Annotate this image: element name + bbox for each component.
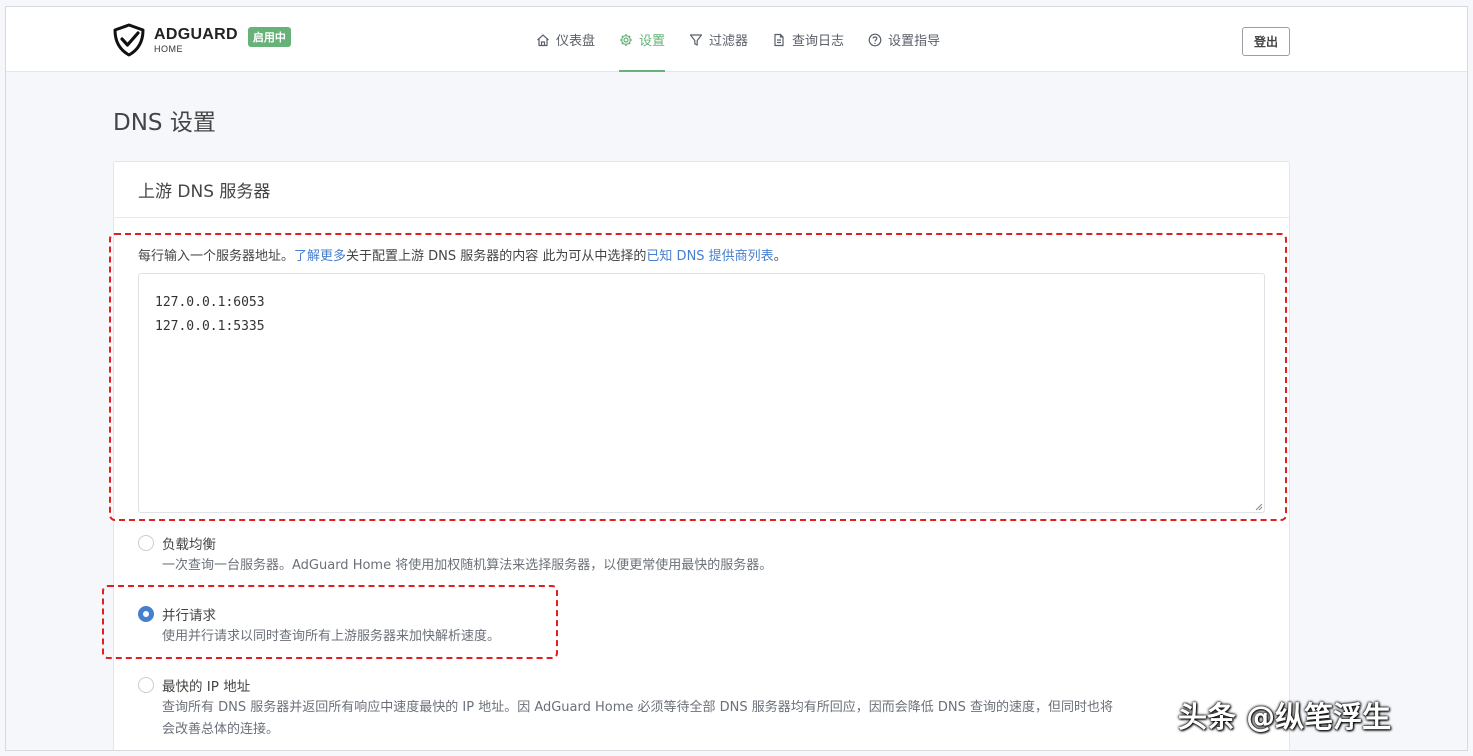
nav-query-log[interactable]: 查询日志 (772, 7, 844, 72)
card-title: 上游 DNS 服务器 (114, 162, 1289, 218)
top-header: ADGUARD HOME 启用中 仪表盘 设置 过滤器 查询日志 设置指导 登出 (6, 7, 1467, 72)
load-balance-label: 负载均衡 (162, 537, 216, 553)
nav-filters[interactable]: 过滤器 (689, 7, 748, 72)
dns-providers-link[interactable]: 已知 DNS 提供商列表 (646, 249, 773, 264)
fastest-ip-desc-line2: 会改善总体的连接。 (162, 722, 280, 737)
brand-name: ADGUARD (154, 25, 238, 43)
parallel-requests-desc: 使用并行请求以同时查询所有上游服务器来加快解析速度。 (162, 629, 501, 644)
app-window: ADGUARD HOME 启用中 仪表盘 设置 过滤器 查询日志 设置指导 登出… (5, 6, 1468, 751)
nav-settings[interactable]: 设置 (619, 7, 666, 72)
document-icon (774, 33, 784, 46)
nav-setup-guide[interactable]: 设置指导 (868, 7, 940, 72)
load-balance-desc: 一次查询一台服务器。AdGuard Home 将使用加权随机算法来选择服务器，以… (162, 558, 773, 573)
upstream-dns-card: 上游 DNS 服务器 每行输入一个服务器地址。了解更多关于配置上游 DNS 服务… (113, 161, 1290, 750)
brand-subtitle: HOME (154, 43, 183, 54)
home-icon (537, 33, 549, 46)
help-middle: 关于配置上游 DNS 服务器的内容 此为可从中选择的 (346, 249, 647, 264)
nav-filters-label: 过滤器 (709, 34, 749, 49)
nav-settings-label: 设置 (639, 34, 666, 49)
resize-grip-icon[interactable] (1255, 503, 1263, 511)
main-nav: 仪表盘 设置 过滤器 查询日志 设置指导 (536, 7, 964, 72)
upstream-help-text: 每行输入一个服务器地址。了解更多关于配置上游 DNS 服务器的内容 此为可从中选… (138, 245, 787, 264)
help-suffix: 。 (773, 249, 787, 264)
fastest-ip-radio[interactable] (138, 677, 154, 693)
filter-icon (689, 33, 703, 46)
help-prefix: 每行输入一个服务器地址。 (138, 249, 295, 264)
parallel-requests-radio[interactable] (138, 606, 154, 622)
nav-query-log-label: 查询日志 (792, 34, 845, 49)
logout-button[interactable]: 登出 (1242, 27, 1290, 56)
help-icon (868, 33, 882, 46)
load-balance-radio[interactable] (138, 535, 154, 551)
nav-setup-guide-label: 设置指导 (888, 34, 941, 49)
watermark-text: 头条 @纵笔浮生 (1178, 700, 1392, 734)
fastest-ip-label: 最快的 IP 地址 (162, 679, 251, 695)
page-title: DNS 设置 (113, 110, 216, 136)
nav-dashboard[interactable]: 仪表盘 (536, 7, 595, 72)
nav-dashboard-label: 仪表盘 (556, 34, 596, 49)
parallel-requests-label: 并行请求 (162, 608, 216, 624)
upstream-dns-textarea[interactable]: 127.0.0.1:6053 127.0.0.1:5335 (138, 273, 1265, 513)
learn-more-link[interactable]: 了解更多 (294, 249, 346, 264)
fastest-ip-desc: 查询所有 DNS 服务器并返回所有响应中速度最快的 IP 地址。因 AdGuar… (162, 700, 1114, 715)
status-badge: 启用中 (247, 27, 291, 47)
shield-check-icon (113, 23, 145, 57)
gear-icon (620, 33, 633, 46)
brand-logo[interactable]: ADGUARD HOME 启用中 (112, 23, 291, 57)
